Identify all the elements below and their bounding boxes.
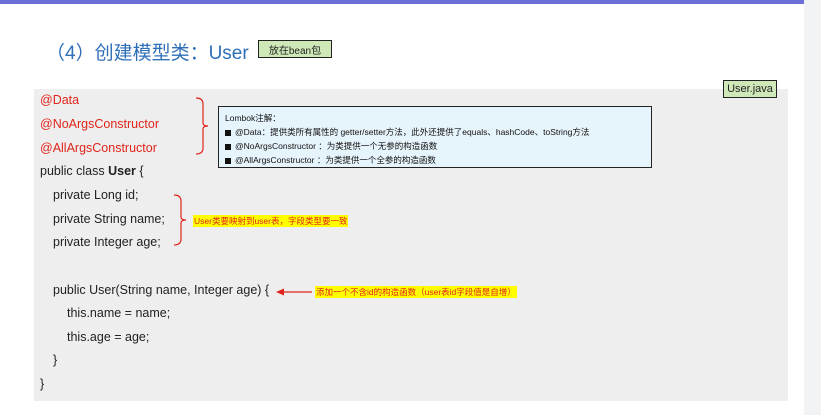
- lombok-callout: Lombok注解： @Data：提供类所有属性的 getter/setter方法…: [218, 106, 652, 168]
- callout-title: Lombok注解：: [225, 113, 281, 123]
- constructor-note: 添加一个不含id的构造函数（user表id字段值是自增）: [315, 286, 517, 298]
- bullet-square-icon: [225, 157, 231, 164]
- bullet-square-icon: [225, 129, 231, 136]
- callout-item: @Data：提供类所有属性的 getter/setter方法，此外还提供了equ…: [225, 125, 645, 139]
- constructor-arrow-head: [276, 288, 284, 296]
- bullet-square-icon: [225, 143, 231, 150]
- annotations-bracket: [195, 97, 209, 155]
- callout-item: @NoArgsConstructor ：为类提供一个无参的构造函数: [225, 139, 645, 153]
- fields-bracket: [173, 194, 187, 246]
- callout-item: @AllArgsConstructor ：为类提供一个全参的构造函数: [225, 153, 645, 167]
- annotation-brackets: [173, 97, 312, 296]
- fields-note: User类要映射到user表，字段类型要一致: [193, 215, 349, 227]
